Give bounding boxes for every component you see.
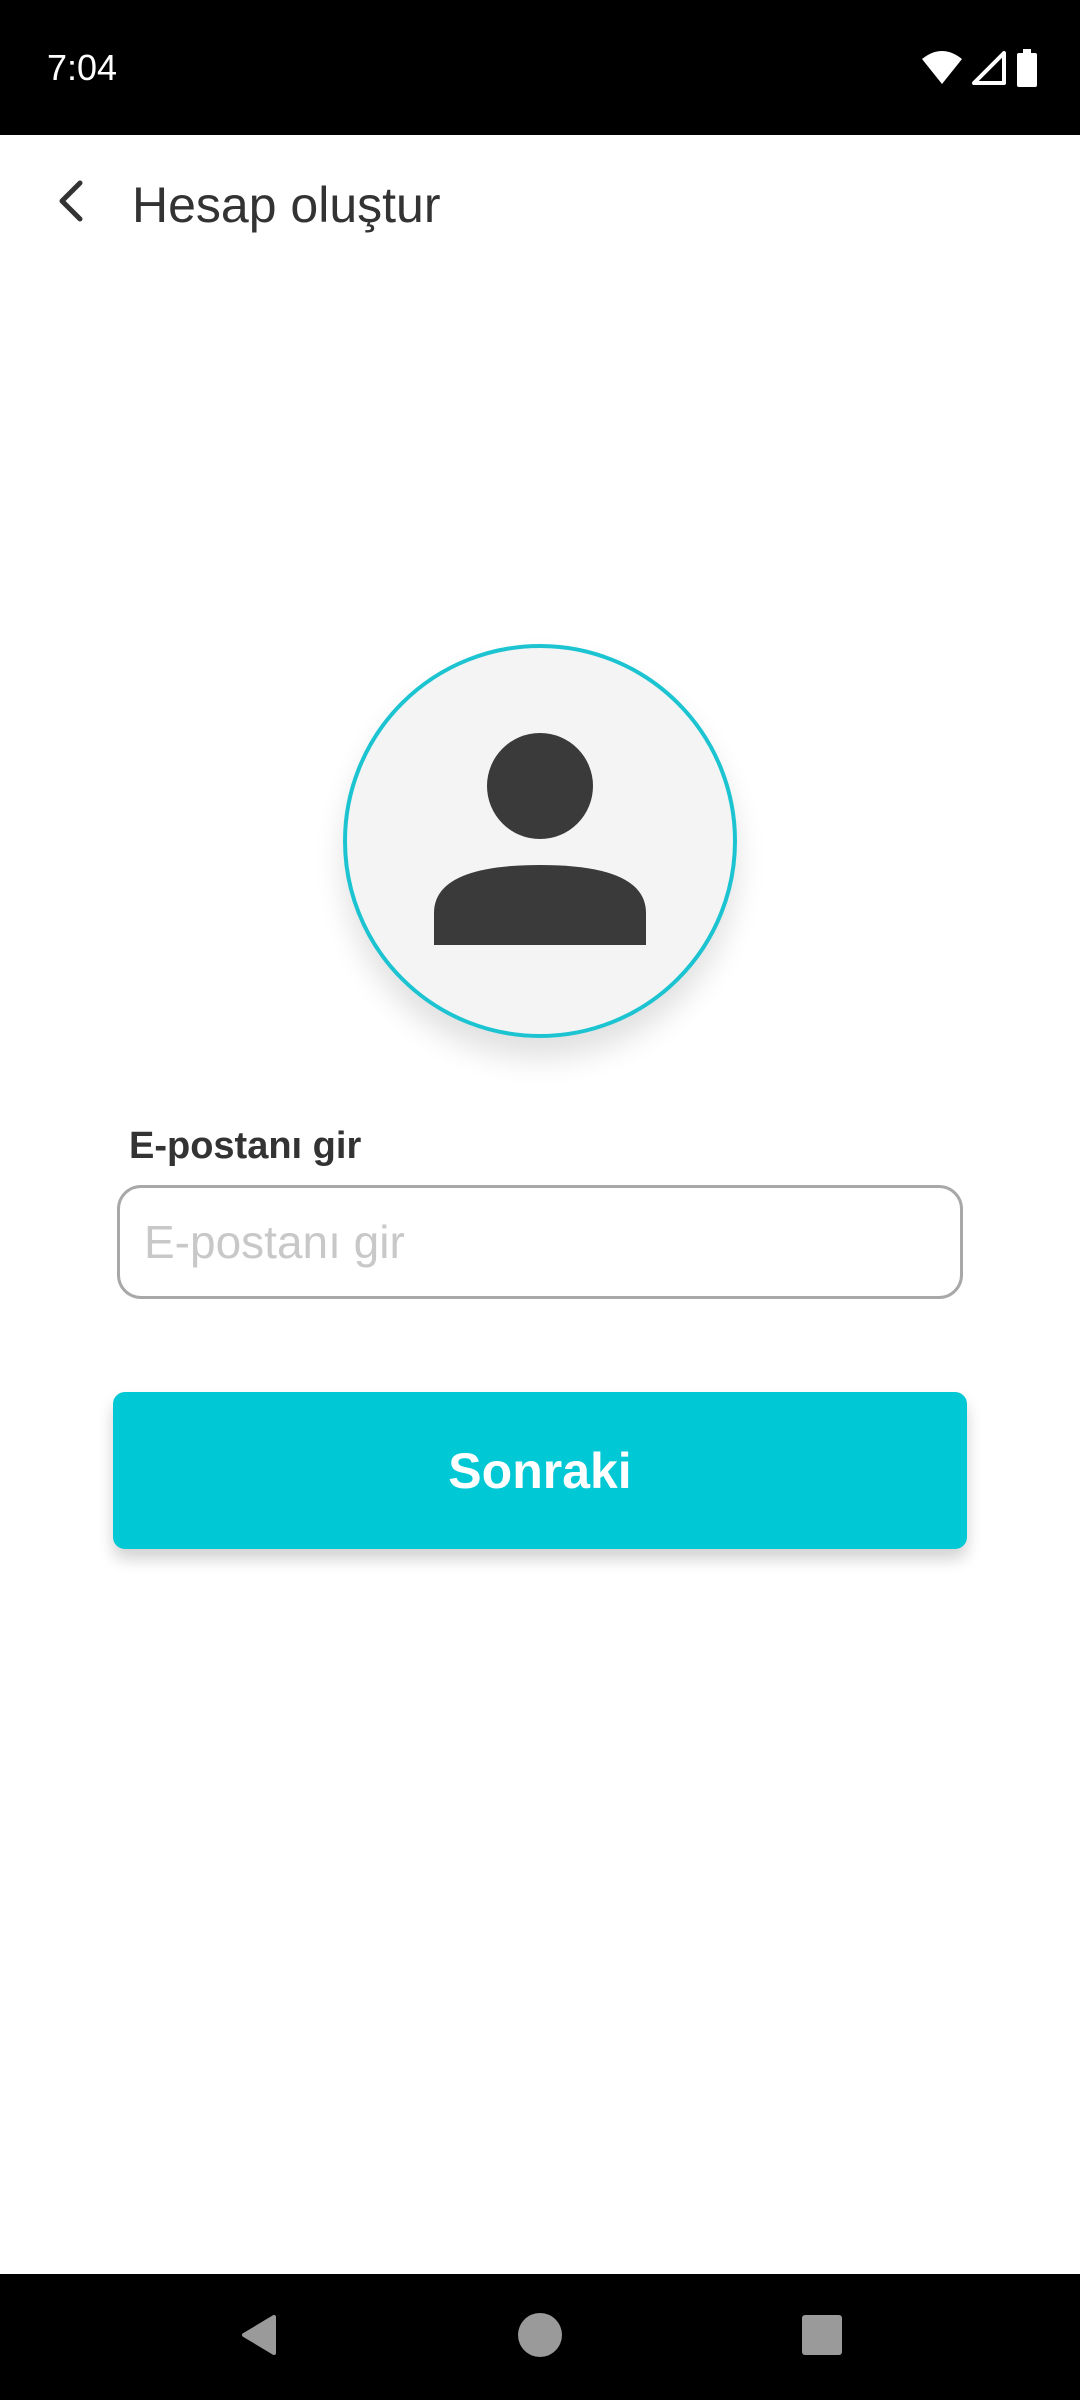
battery-icon [1016,49,1038,87]
status-bar: 7:04 [0,0,1080,135]
status-time: 7:04 [47,47,118,88]
nav-recents-button[interactable] [789,2304,855,2370]
nav-home-button[interactable] [507,2304,573,2370]
nav-back-button[interactable] [225,2304,291,2370]
profile-avatar[interactable] [343,644,737,1038]
person-icon [434,732,646,950]
nav-home-icon [517,2312,563,2363]
navigation-bar [0,2274,1080,2400]
email-field[interactable] [117,1185,963,1299]
page-title: Hesap oluştur [132,177,441,233]
status-icons [922,46,1038,90]
email-label: E-postanı gir [129,1125,362,1167]
wifi-icon [922,51,962,85]
nav-back-icon [238,2313,278,2362]
cellular-signal-icon [972,51,1006,85]
nav-recents-icon [802,2314,842,2360]
back-button[interactable] [40,171,104,235]
chevron-left-icon [54,179,90,228]
create-account-screen: 7:04 Hesap oluştur E-postanı gir E-posta… [0,0,1080,2400]
app-bar: Hesap oluştur [0,135,1080,285]
next-button[interactable]: Sonraki [113,1392,967,1549]
